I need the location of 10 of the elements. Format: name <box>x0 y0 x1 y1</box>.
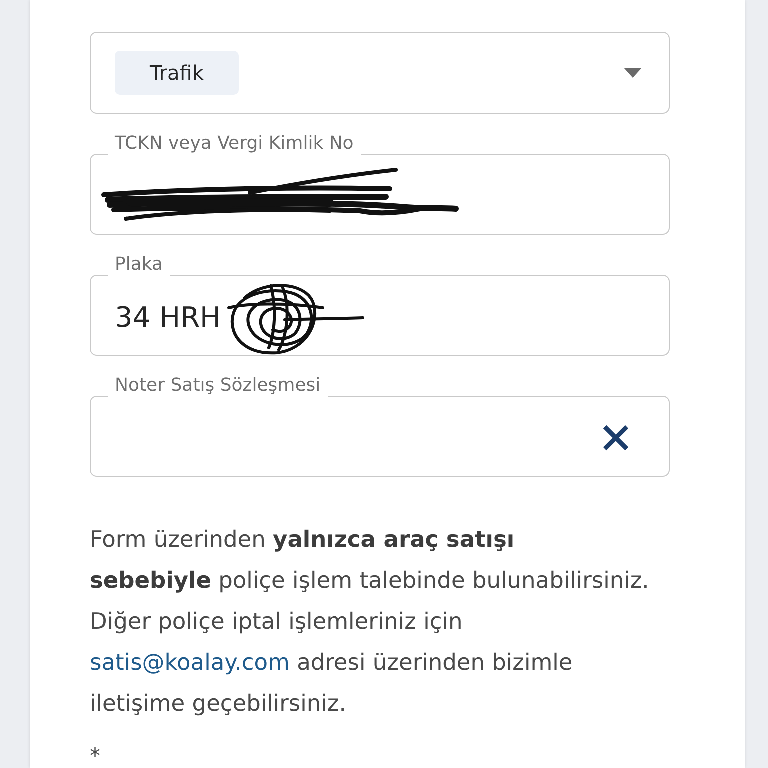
caret-icon <box>624 68 642 78</box>
input-field[interactable]: Plaka 34 HRH <box>90 252 670 356</box>
select-field[interactable]: Trafik <box>90 32 670 114</box>
email-link[interactable]: satis@koalay.com <box>90 650 290 676</box>
footnote-text: * <box>90 745 100 767</box>
input-field[interactable]: TCKN veya Vergi Kimlik No <box>90 131 670 235</box>
clear-icon[interactable] <box>603 425 629 451</box>
input-field[interactable]: Noter Satış Sözleşmesi <box>90 373 670 477</box>
selected-chip: Trafik <box>115 51 239 95</box>
notice-text: Form üzerinden yalnızca araç satışı sebebiyle poliçe işlem talebinde bulunabilirsiniz. Diğer poliçe iptal işlemleriniz için satis@koalay.com adresi üzerinden bizimle iletişime geçebilirsiniz. <box>90 526 650 719</box>
